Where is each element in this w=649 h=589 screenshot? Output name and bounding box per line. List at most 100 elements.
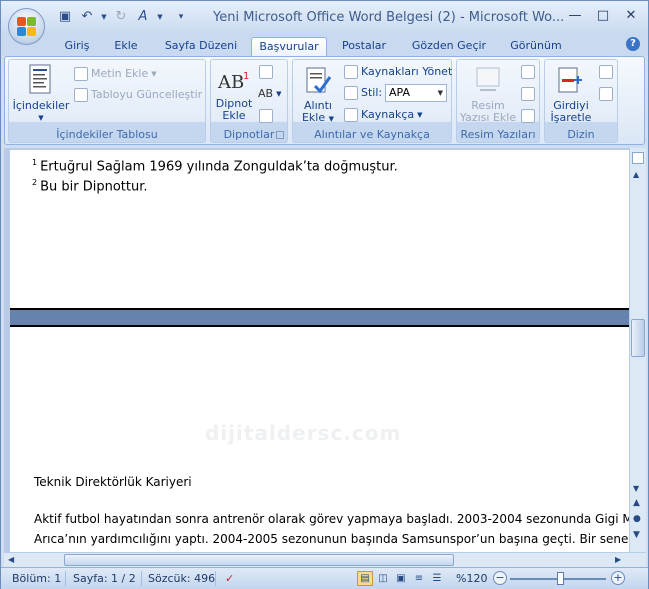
close-icon[interactable]: ✕ xyxy=(622,8,640,24)
footnote-1: 1 Ertuğrul Sağlam 1969 yılında Zonguldak’… xyxy=(32,158,398,174)
insert-footnote-icon: AB 1 xyxy=(217,71,249,93)
paragraph-line: Aktif futbol hayatından sonra antrenör o… xyxy=(34,512,629,526)
ruler-toggle-icon[interactable] xyxy=(632,152,644,164)
divider xyxy=(65,571,66,586)
bibliography-icon xyxy=(344,108,358,122)
office-logo-icon xyxy=(17,17,37,37)
group-label: Dizin xyxy=(567,128,595,141)
browse-object-icon[interactable]: ● xyxy=(633,514,641,524)
dialog-launcher-icon[interactable] xyxy=(276,131,284,139)
scroll-right-icon[interactable]: ▶ xyxy=(615,555,621,564)
customize-qat-icon[interactable]: ▾ xyxy=(173,9,189,25)
text-style-dropdown-icon[interactable]: ▼ xyxy=(157,9,163,25)
help-icon[interactable]: ? xyxy=(626,37,640,51)
scroll-up-icon[interactable]: ▲ xyxy=(633,170,639,179)
quick-access-toolbar: ▣ ↶ ▼ ↻ A ▼ ▾ xyxy=(57,9,189,25)
tab-postalar[interactable]: Postalar xyxy=(335,37,393,56)
kaynaklari-yonet-button[interactable]: Kaynakları Yönet xyxy=(344,64,452,80)
office-button[interactable] xyxy=(8,8,45,45)
girdiyi-isaretle-button[interactable]: Girdiyi İşaretle xyxy=(547,66,595,124)
group-label: Resim Yazıları xyxy=(460,128,536,141)
dipnot-ekle-button[interactable]: AB 1 Dipnot Ekle xyxy=(213,68,255,122)
resim-yazisi-ekle-button[interactable]: Resim Yazısı Ekle xyxy=(459,66,517,124)
tab-sayfa-duzeni[interactable]: Sayfa Düzeni xyxy=(159,37,243,56)
scroll-thumb[interactable] xyxy=(631,319,645,357)
watermark: dijitaldersc.com xyxy=(205,421,402,445)
window-controls: — □ ✕ xyxy=(566,8,640,24)
tab-basvurular[interactable]: Başvurular xyxy=(251,37,327,56)
word-count[interactable]: Sözcük: 496 xyxy=(148,572,215,585)
zoom-slider-knob[interactable] xyxy=(557,572,564,585)
redo-icon[interactable]: ↻ xyxy=(113,9,129,25)
chevron-down-icon: ▼ xyxy=(328,115,335,123)
kaynakca-button[interactable]: Kaynakça ▼ xyxy=(344,107,423,123)
outline-view-icon[interactable]: ≡ xyxy=(411,571,427,586)
insert-table-of-figures-button[interactable] xyxy=(521,64,535,80)
previous-page-icon[interactable]: ▲ xyxy=(633,498,640,508)
show-notes-icon xyxy=(259,109,273,123)
alinti-ekle-button[interactable]: Alıntı Ekle ▼ xyxy=(296,66,340,125)
kaynaklari-yonet-label: Kaynakları Yönet xyxy=(361,65,453,78)
ribbon: İçindekiler ▼ Metin Ekle ▼ Tabloyu Günce… xyxy=(4,56,645,145)
draft-view-icon[interactable]: ☰ xyxy=(429,571,445,586)
update-figures-button[interactable] xyxy=(521,86,535,102)
minimize-icon[interactable]: — xyxy=(566,8,584,24)
tab-gozden-gecir[interactable]: Gözden Geçir xyxy=(407,37,491,56)
undo-icon[interactable]: ↶ xyxy=(79,9,95,25)
icindekiler-label: İçindekiler xyxy=(12,99,70,112)
chevron-down-icon: ▼ xyxy=(437,89,443,97)
horizontal-scrollbar[interactable]: ◀ ▶ xyxy=(4,552,646,567)
table-of-contents-icon xyxy=(29,64,51,94)
vertical-scrollbar[interactable]: ▲ ▼ ▲ ● ▼ xyxy=(629,148,646,552)
icindekiler-button[interactable]: İçindekiler ▼ xyxy=(12,64,70,124)
page-break-gap xyxy=(10,308,629,327)
tab-ekle[interactable]: Ekle xyxy=(107,37,145,56)
insert-index-button[interactable] xyxy=(599,64,613,80)
section-indicator[interactable]: Bölüm: 1 xyxy=(12,572,61,585)
metin-ekle-label: Metin Ekle xyxy=(91,67,149,80)
tab-giris[interactable]: Giriş xyxy=(57,37,97,56)
page-1[interactable]: 1 Ertuğrul Sağlam 1969 yılında Zonguldak’… xyxy=(10,150,629,308)
full-screen-reading-view-icon[interactable]: ◫ xyxy=(375,571,391,586)
word-window: ▣ ↶ ▼ ↻ A ▼ ▾ Yeni Microsoft Office Word… xyxy=(0,0,649,589)
show-notes-button[interactable] xyxy=(259,108,273,124)
insert-index-icon xyxy=(599,65,613,79)
group-dizin: Girdiyi İşaretle Dizin xyxy=(544,59,618,143)
insert-endnote-button[interactable] xyxy=(259,64,273,80)
scroll-down-icon[interactable]: ▼ xyxy=(633,484,639,493)
chevron-down-icon: ▼ xyxy=(38,114,44,122)
footnote-text: Bu bir Dipnottur. xyxy=(40,179,148,195)
save-icon[interactable]: ▣ xyxy=(57,9,73,25)
next-page-icon[interactable]: ▼ xyxy=(633,530,640,540)
update-index-button[interactable] xyxy=(599,86,613,102)
zoom-level[interactable]: %120 xyxy=(456,572,487,585)
maximize-icon[interactable]: □ xyxy=(594,8,612,24)
svg-text:1: 1 xyxy=(243,71,249,82)
horizontal-scroll-thumb[interactable] xyxy=(64,554,454,566)
title-bar: ▣ ↶ ▼ ↻ A ▼ ▾ Yeni Microsoft Office Word… xyxy=(1,1,648,34)
proofing-icon[interactable]: ✓ xyxy=(225,572,234,585)
page-2[interactable]: dijitaldersc.com Teknik Direktörlük Kari… xyxy=(10,327,629,552)
zoom-out-icon[interactable]: − xyxy=(493,571,507,585)
page-indicator[interactable]: Sayfa: 1 / 2 xyxy=(73,572,136,585)
zoom-in-icon[interactable]: + xyxy=(611,571,625,585)
next-footnote-button[interactable]: AB ▼ xyxy=(258,86,281,102)
text-style-icon[interactable]: A xyxy=(135,9,151,25)
footnote-number: 2 xyxy=(32,178,38,187)
tab-gorunum[interactable]: Görünüm xyxy=(503,37,569,56)
web-layout-view-icon[interactable]: ▣ xyxy=(393,571,409,586)
undo-dropdown-icon[interactable]: ▼ xyxy=(101,9,107,25)
tabloyu-guncellestir-button[interactable]: Tabloyu Güncelleştir xyxy=(74,87,202,103)
scroll-left-icon[interactable]: ◀ xyxy=(8,555,14,564)
cross-reference-button[interactable] xyxy=(521,108,535,124)
metin-ekle-button[interactable]: Metin Ekle ▼ xyxy=(74,66,157,82)
stil-value: APA xyxy=(389,86,410,99)
print-layout-view-icon[interactable]: ▤ xyxy=(357,571,373,586)
insert-caption-icon xyxy=(476,67,500,91)
status-bar: Bölüm: 1 Sayfa: 1 / 2 Sözcük: 496 ✓ ▤ ◫ … xyxy=(1,567,648,589)
tabloyu-guncellestir-label: Tabloyu Güncelleştir xyxy=(91,88,203,101)
chevron-down-icon: ▼ xyxy=(417,111,423,119)
kaynakca-label: Kaynakça xyxy=(361,108,415,121)
insert-endnote-icon xyxy=(259,65,273,79)
stil-select[interactable]: APA ▼ xyxy=(385,84,447,102)
